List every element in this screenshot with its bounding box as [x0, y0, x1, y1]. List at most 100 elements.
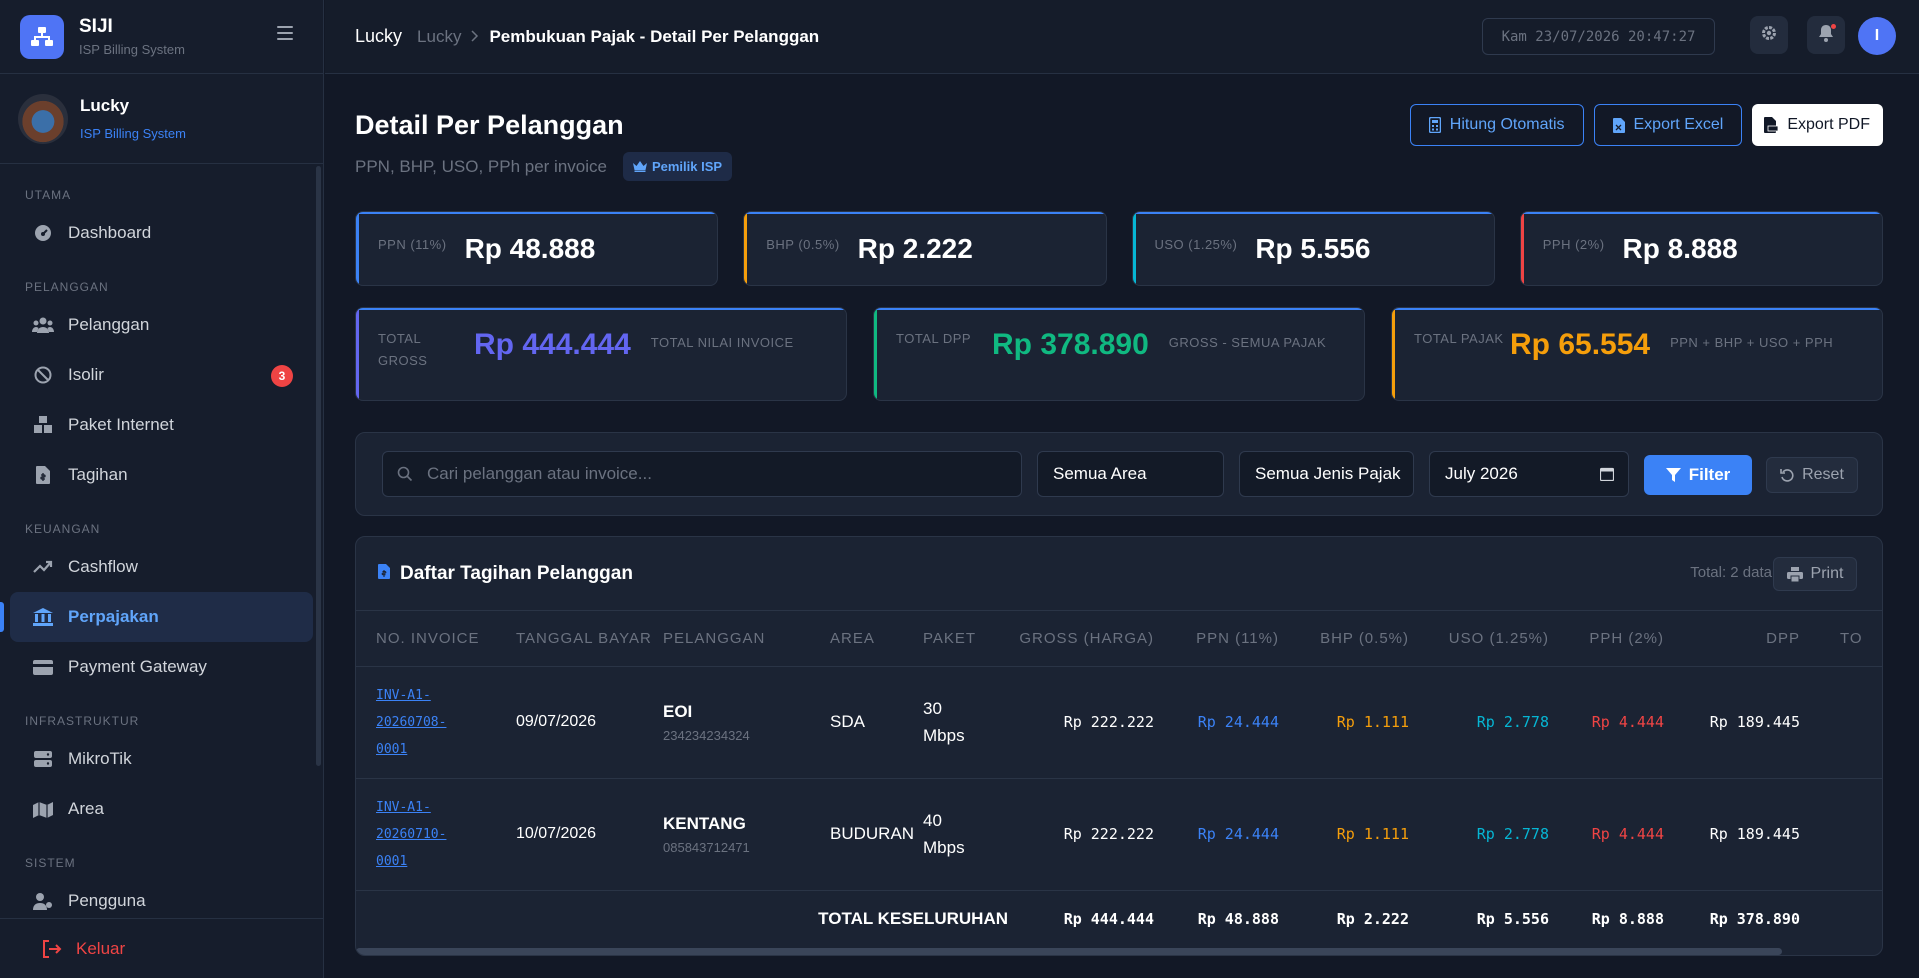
month-picker[interactable]: July 2026 [1429, 451, 1629, 497]
datetime-display: Kam 23/07/2026 20:47:27 [1482, 18, 1715, 55]
column-header: DPP [1664, 611, 1800, 667]
sidebar-item-pengguna[interactable]: Pengguna [10, 876, 313, 922]
sidebar-item-mikrotik[interactable]: MikroTik [10, 734, 313, 784]
table-row[interactable]: INV-A1- 20260710- 0001 10/07/2026 KENTANG 0… [356, 778, 1882, 891]
stat-label: BHP (0.5%) [766, 237, 840, 252]
sidebar-scrollbar[interactable] [316, 166, 321, 766]
reset-button[interactable]: Reset [1766, 457, 1858, 493]
calendar-icon[interactable] [1600, 467, 1614, 481]
uso-cell: Rp 2.778 [1409, 666, 1549, 779]
map-icon [32, 799, 54, 819]
stat-label: USO (1.25%) [1154, 237, 1238, 252]
page-title: Detail Per Pelanggan [355, 110, 624, 140]
month-value: July 2026 [1445, 464, 1518, 483]
active-indicator [0, 602, 4, 632]
stat-card-uso: USO (1.25%) Rp 5.556 [1131, 211, 1495, 286]
filter-button[interactable]: Filter [1644, 455, 1752, 495]
uso-cell: Rp 2.778 [1409, 778, 1549, 891]
sidebar-item-label: Cashflow [68, 557, 138, 576]
export-excel-button[interactable]: Export Excel [1593, 104, 1743, 146]
sidebar-item-pelanggan[interactable]: Pelanggan [10, 300, 313, 350]
payment-date: 10/07/2026 [501, 778, 663, 891]
undo-icon [1780, 468, 1794, 482]
stat-value: Rp 8.888 [1622, 232, 1738, 264]
export-pdf-label: Export PDF [1787, 116, 1870, 133]
invoice-table: NO. INVOICE TANGGAL BAYAR PELANGGAN AREA… [356, 611, 1882, 948]
sidebar-item-label: Dashboard [68, 223, 152, 242]
table-header-bar: Daftar Tagihan Pelanggan Total: 2 data P… [356, 537, 1882, 611]
total-dpp-card: TOTAL DPP Rp 378.890 GROSS - SEMUA PAJAK [873, 307, 1365, 401]
stat-value: Rp 2.222 [857, 232, 973, 264]
notifications-button[interactable] [1807, 16, 1845, 54]
total-gross-card: TOTAL GROSS Rp 444.444 TOTAL NILAI INVOI… [355, 307, 847, 401]
sidebar-item-isolir[interactable]: Isolir 3 [10, 350, 313, 400]
chevron-right-icon [471, 29, 479, 45]
sidebar-item-label: Tagihan [68, 465, 128, 484]
invoice-link[interactable]: INV-A1- 20260710- 0001 [376, 794, 501, 875]
grand-total-ppn: Rp 48.888 [1197, 910, 1279, 929]
user-profile[interactable]: Lucky ISP Billing System [0, 74, 323, 164]
crown-icon [632, 161, 647, 172]
sidebar-item-tagihan[interactable]: Tagihan [10, 450, 313, 500]
sidebar-item-label: Paket Internet [68, 415, 174, 434]
breadcrumb-parent[interactable]: Lucky [417, 27, 461, 47]
stat-value: Rp 5.556 [1255, 232, 1371, 264]
card-accent [356, 308, 846, 310]
chart-line-icon [32, 557, 54, 577]
invoice-part: 20260710- [376, 826, 447, 842]
print-button[interactable]: Print [1773, 557, 1857, 591]
stat-card-ppn: PPN (11%) Rp 48.888 [355, 211, 719, 286]
pph-cell: Rp 4.444 [1549, 778, 1664, 891]
breadcrumb-current: Pembukuan Pajak - Detail Per Pelanggan [489, 26, 820, 46]
users-icon [32, 315, 54, 335]
settings-button[interactable] [1750, 16, 1788, 54]
card-accent [874, 308, 877, 400]
column-header: PAKET [923, 611, 1008, 667]
auto-calc-label: Hitung Otomatis [1449, 116, 1565, 133]
area-select[interactable]: Semua Area [1037, 451, 1224, 497]
app-subtitle: ISP Billing System [79, 42, 185, 57]
auto-calc-button[interactable]: Hitung Otomatis [1409, 104, 1584, 146]
sidebar-item-label: Pelanggan [68, 315, 150, 334]
user-menu-avatar[interactable]: I [1858, 17, 1896, 55]
sidebar-item-area[interactable]: Area [10, 784, 313, 834]
logout-button[interactable]: Keluar [0, 918, 323, 978]
sidebar-item-paket-internet[interactable]: Paket Internet [10, 400, 313, 450]
grand-total-bhp: Rp 2.222 [1336, 910, 1409, 929]
total-cell [1800, 666, 1882, 779]
table-row[interactable]: INV-A1- 20260708- 0001 09/07/2026 EOI 23423… [356, 666, 1882, 779]
card-accent [1520, 212, 1882, 214]
notification-dot [1831, 24, 1836, 29]
sidebar-item-payment-gateway[interactable]: Payment Gateway [10, 642, 313, 692]
stat-label: PPH (2%) [1542, 237, 1605, 252]
card-accent [356, 212, 718, 214]
export-pdf-button[interactable]: Export PDF [1752, 104, 1883, 146]
total-value: Rp 378.890 [992, 328, 1149, 361]
sidebar-item-dashboard[interactable]: Dashboard [10, 208, 313, 258]
tax-type-select[interactable]: Semua Jenis Pajak [1239, 451, 1414, 497]
logout-label: Keluar [76, 938, 126, 958]
credit-card-icon [32, 657, 54, 677]
paket-speed: 40 [923, 811, 942, 830]
table-horizontal-scrollbar[interactable] [356, 948, 1782, 955]
menu-toggle-icon[interactable] [277, 26, 293, 40]
sidebar-item-label: Area [68, 799, 104, 818]
grand-total-row: TOTAL KESELURUHAN Rp 444.444 Rp 48.888 R… [356, 890, 1882, 948]
search-icon [397, 466, 413, 482]
page-actions: Hitung Otomatis Export Excel Export PDF [1409, 104, 1883, 146]
column-header: TANGGAL BAYAR [501, 611, 663, 667]
search-placeholder: Cari pelanggan atau invoice... [427, 464, 652, 483]
total-label: TOTAL PAJAK [1414, 331, 1504, 346]
paket-cell: 40 Mbps [923, 778, 1008, 891]
customer-phone: 234234234324 [663, 727, 750, 743]
dpp-cell: Rp 189.445 [1664, 666, 1800, 779]
bhp-cell: Rp 1.111 [1279, 666, 1409, 779]
sidebar-item-cashflow[interactable]: Cashflow [10, 542, 313, 592]
invoice-link[interactable]: INV-A1- 20260708- 0001 [376, 682, 501, 763]
server-icon [32, 749, 54, 769]
search-input[interactable]: Cari pelanggan atau invoice... [382, 451, 1022, 497]
logout-icon [42, 939, 62, 958]
sidebar-item-perpajakan[interactable]: Perpajakan [0, 592, 313, 642]
ppn-cell: Rp 24.444 [1154, 778, 1279, 891]
tax-stats-row: PPN (11%) Rp 48.888 BHP (0.5%) Rp 2.222 … [355, 211, 1883, 286]
